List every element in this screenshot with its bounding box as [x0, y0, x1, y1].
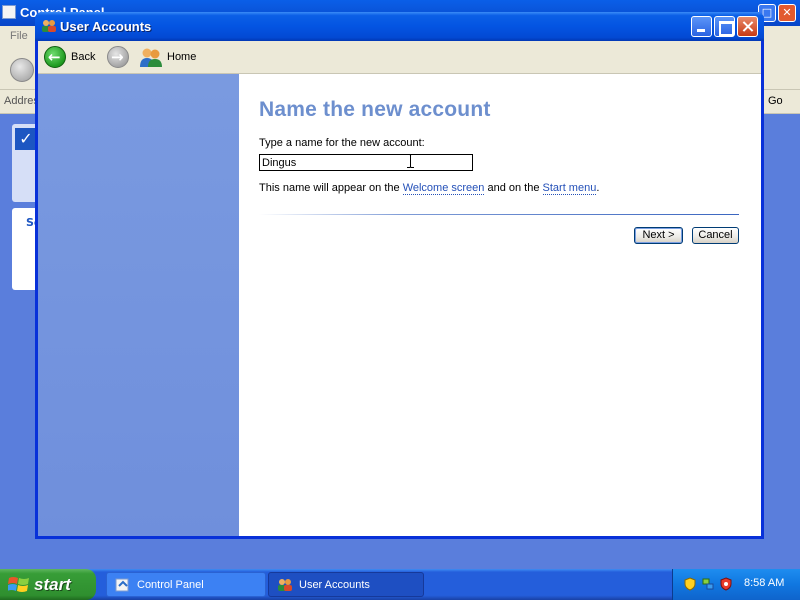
- home-users-icon: [140, 48, 162, 67]
- hint-suffix: .: [596, 182, 600, 194]
- clock: 8:58 AM: [744, 577, 785, 589]
- account-name-label: Type a name for the new account:: [259, 137, 425, 149]
- system-tray: 8:58 AM: [672, 569, 800, 600]
- checkmark-icon: ✓: [15, 128, 37, 150]
- forward-arrow-icon: [107, 46, 129, 68]
- control-panel-back-icon[interactable]: [10, 58, 34, 82]
- forward-button[interactable]: [107, 46, 129, 68]
- account-name-hint: This name will appear on the Welcome scr…: [259, 182, 600, 195]
- start-label: start: [34, 574, 71, 594]
- window-title: User Accounts: [60, 19, 152, 34]
- network-icon[interactable]: [701, 577, 715, 591]
- taskbar-item-label: Control Panel: [137, 578, 204, 591]
- control-panel-icon: [115, 578, 129, 591]
- antivirus-icon[interactable]: [719, 577, 733, 591]
- maximize-button[interactable]: [714, 16, 735, 37]
- start-menu-link[interactable]: Start menu: [542, 182, 597, 195]
- close-icon[interactable]: ✕: [778, 4, 796, 22]
- back-arrow-icon: [44, 46, 66, 68]
- control-panel-window-controls: □ ✕: [758, 4, 798, 22]
- user-accounts-toolbar: Back Home: [38, 41, 761, 74]
- user-accounts-icon: [42, 20, 56, 32]
- menu-file[interactable]: File: [10, 30, 28, 42]
- text-cursor-icon: [407, 154, 414, 168]
- taskbar-item-control-panel[interactable]: Control Panel: [106, 572, 266, 597]
- hint-prefix: This name will appear on the: [259, 182, 403, 194]
- welcome-screen-link[interactable]: Welcome screen: [402, 182, 485, 195]
- left-task-pane: [38, 74, 239, 536]
- hint-middle: and on the: [484, 182, 543, 194]
- taskbar-item-user-accounts[interactable]: User Accounts: [268, 572, 424, 597]
- cancel-button[interactable]: Cancel: [692, 227, 739, 244]
- user-accounts-window: User Accounts Back Home Name the new acc…: [35, 12, 764, 539]
- start-button[interactable]: start: [0, 569, 96, 600]
- page-title: Name the new account: [259, 98, 491, 121]
- user-accounts-titlebar[interactable]: User Accounts: [35, 12, 764, 41]
- back-label: Back: [71, 51, 96, 63]
- account-name-input[interactable]: [259, 154, 473, 171]
- close-button[interactable]: [737, 16, 758, 37]
- security-shield-icon[interactable]: [683, 577, 697, 591]
- minimize-button[interactable]: [691, 16, 712, 37]
- home-button[interactable]: Home: [139, 45, 196, 69]
- back-button[interactable]: Back: [44, 45, 95, 69]
- taskbar: start Control Panel User Accounts 8:58 A…: [0, 569, 800, 600]
- windows-flag-icon: [8, 576, 29, 592]
- go-button[interactable]: Go: [768, 95, 783, 107]
- home-label: Home: [167, 51, 197, 63]
- taskbar-item-label: User Accounts: [299, 578, 370, 591]
- content-pane: Name the new account Type a name for the…: [239, 74, 761, 536]
- next-button[interactable]: Next >: [634, 227, 683, 244]
- separator-line: [259, 214, 739, 215]
- control-panel-icon: [2, 5, 16, 19]
- user-accounts-icon: [278, 578, 292, 591]
